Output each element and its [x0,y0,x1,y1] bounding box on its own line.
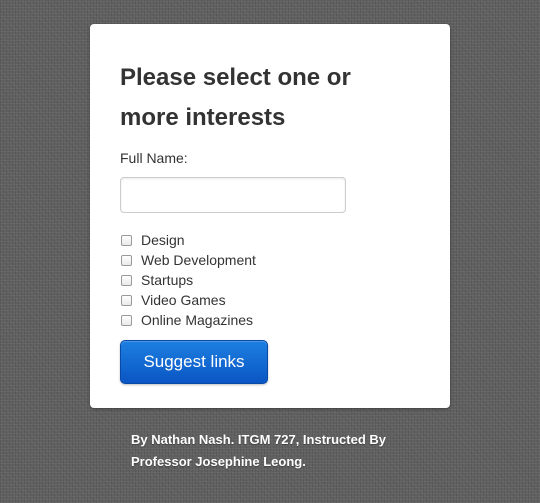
interest-label: Web Development [141,252,256,268]
full-name-input[interactable] [120,177,346,213]
interest-form-card: Please select one or more interests Full… [90,24,450,408]
online-magazines-checkbox[interactable] [121,314,132,326]
web-development-checkbox[interactable] [121,254,132,266]
interest-label: Design [141,232,185,248]
suggest-links-button[interactable]: Suggest links [120,340,268,384]
design-checkbox[interactable] [121,234,132,246]
footer-credit: By Nathan Nash. ITGM 727, Instructed By … [131,432,387,469]
interest-option-video-games[interactable]: Video Games [120,290,420,310]
interest-label: Startups [141,272,194,288]
full-name-label: Full Name: [120,150,188,166]
video-games-checkbox[interactable] [121,294,132,306]
interest-label: Video Games [141,292,226,308]
form-title: Please select one or more interests [120,64,351,131]
interest-label: Online Magazines [141,312,254,328]
interest-option-startups[interactable]: Startups [120,270,420,290]
interest-option-online-magazines[interactable]: Online Magazines [120,310,420,330]
startups-checkbox[interactable] [121,274,132,286]
interest-option-web-development[interactable]: Web Development [120,250,420,270]
interest-option-design[interactable]: Design [120,230,420,250]
interest-list: Design Web Development Startups Video Ga… [120,230,420,330]
